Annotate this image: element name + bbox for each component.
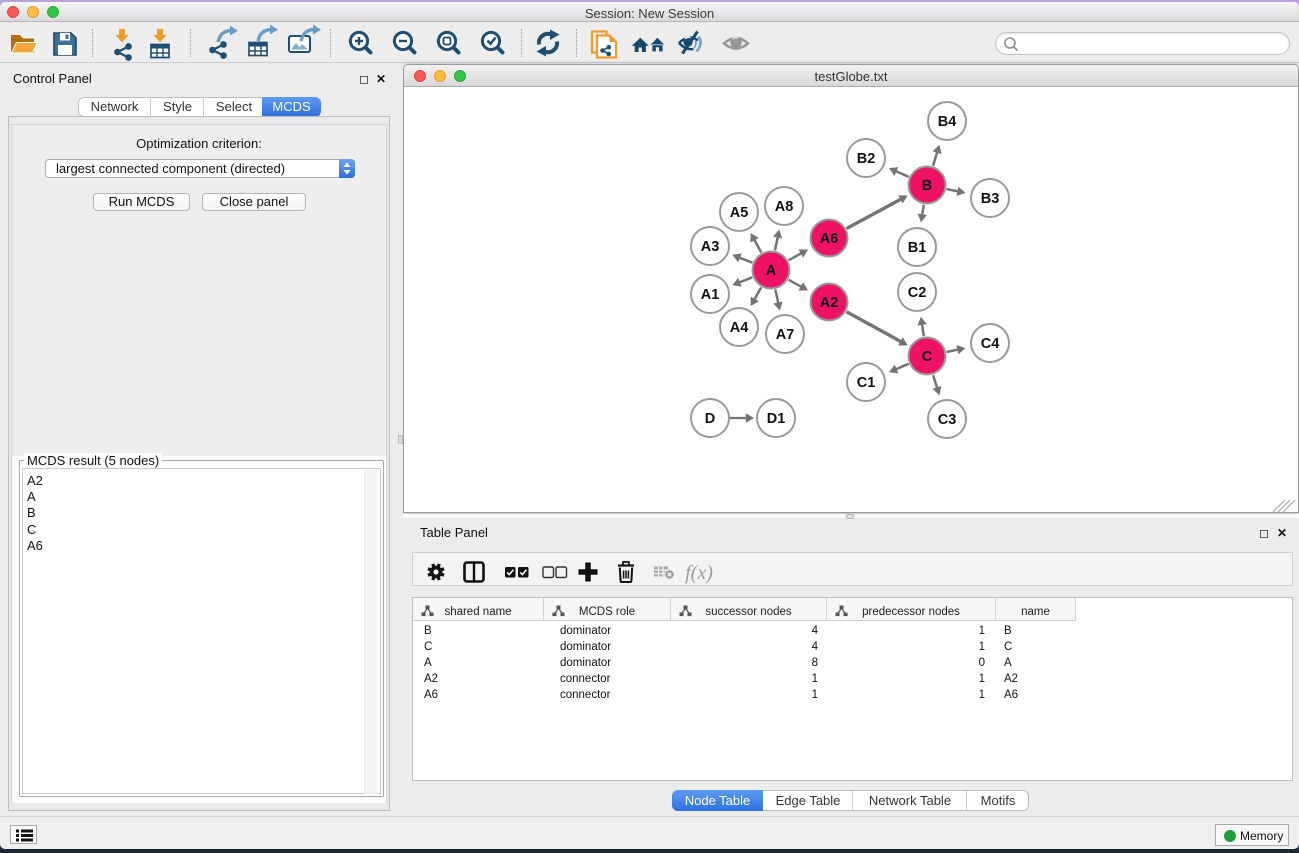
svg-text:B: B	[922, 178, 932, 194]
svg-text:A4: A4	[730, 320, 749, 336]
svg-text:A: A	[766, 263, 777, 279]
svg-text:A7: A7	[776, 327, 795, 343]
svg-text:C2: C2	[908, 285, 927, 301]
svg-text:D1: D1	[767, 411, 786, 427]
svg-text:C4: C4	[981, 336, 1000, 352]
svg-text:D: D	[705, 411, 715, 427]
svg-text:C: C	[922, 349, 933, 365]
svg-text:B4: B4	[938, 114, 957, 130]
svg-text:B2: B2	[857, 151, 876, 167]
svg-text:A6: A6	[820, 231, 839, 247]
svg-text:C1: C1	[857, 375, 876, 391]
svg-text:A8: A8	[775, 199, 794, 215]
svg-text:C3: C3	[938, 412, 957, 428]
svg-text:f(x): f(x)	[685, 562, 713, 584]
svg-text:A2: A2	[820, 295, 839, 311]
svg-text:A5: A5	[730, 205, 749, 221]
svg-text:B3: B3	[981, 191, 1000, 207]
svg-text:A1: A1	[701, 287, 720, 303]
svg-text:B1: B1	[908, 240, 927, 256]
svg-text:A3: A3	[701, 239, 720, 255]
